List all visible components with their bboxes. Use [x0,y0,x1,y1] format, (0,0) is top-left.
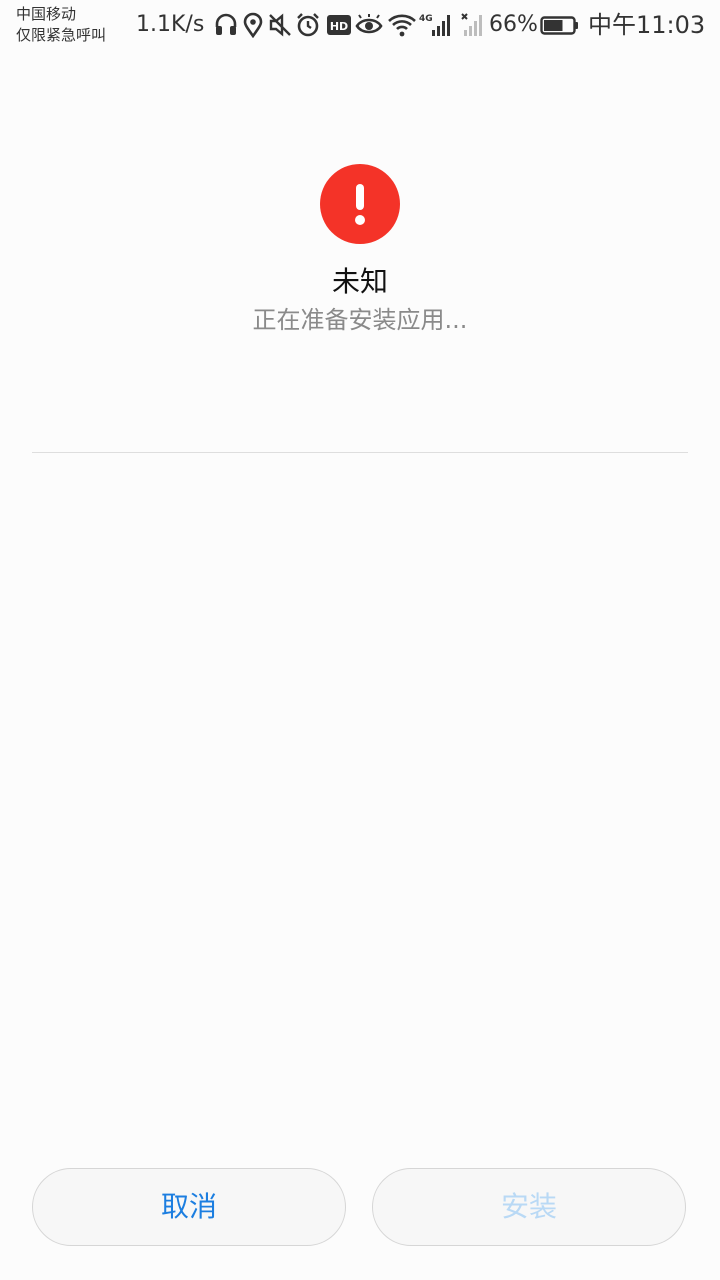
hd-icon: HD [326,12,352,38]
cancel-button[interactable]: 取消 [32,1168,346,1246]
network-speed: 1.1K/s [136,12,205,37]
signal-no-sim-icon [459,12,487,38]
network-type-label: 4G [419,14,433,24]
install-button[interactable]: 安装 [372,1168,686,1246]
signal-4g-icon: 4G [418,12,454,38]
package-installer-screen: 中国移动 仅限紧急呼叫 1.1K/s HD 4G 66% 中午11:03 未知 … [0,0,720,1280]
exclamation-icon [320,164,400,244]
eye-icon [355,12,383,38]
divider [32,452,688,453]
alarm-icon [295,12,321,38]
location-icon [240,12,266,38]
battery-icon [540,12,580,38]
wifi-icon [387,12,417,38]
svg-text:HD: HD [330,20,348,33]
battery-percent: 66% [489,12,538,37]
carrier-info: 中国移动 仅限紧急呼叫 [16,4,106,46]
app-name: 未知 [331,265,388,298]
headset-icon [213,12,239,38]
emergency-only-label: 仅限紧急呼叫 [16,26,107,44]
install-status-text: 正在准备安装应用... [252,306,468,334]
clock: 中午11:03 [588,11,706,39]
status-bar: 中国移动 仅限紧急呼叫 1.1K/s HD 4G 66% 中午11:03 [0,0,720,50]
mute-icon [267,12,293,38]
battery-level-fill [544,20,563,31]
carrier-name: 中国移动 [16,5,77,23]
